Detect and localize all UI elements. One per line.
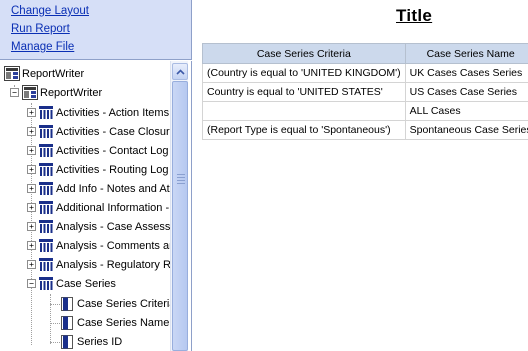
tree-table-label: Analysis - Comments and xyxy=(56,239,182,252)
expand-icon[interactable]: + xyxy=(27,127,36,136)
column-header: Case Series Criteria xyxy=(202,43,406,64)
table-row: (Country is equal to 'UNITED KINGDOM') U… xyxy=(202,63,528,83)
column-header: Case Series Name xyxy=(404,43,528,64)
tree-connector xyxy=(50,342,60,343)
tree-column-label: Case Series Criteria xyxy=(77,297,176,310)
table-cell: US Cases Case Series xyxy=(404,82,528,102)
table-cell: Country is equal to 'UNITED STATES' xyxy=(202,82,406,102)
tree-connector xyxy=(50,294,51,344)
column-field-icon xyxy=(61,315,73,330)
table-icon xyxy=(39,163,53,176)
tree-table-label: Case Series xyxy=(56,277,116,290)
change-layout-link[interactable]: Change Layout xyxy=(11,5,89,17)
expand-icon[interactable]: + xyxy=(27,241,36,250)
scroll-up-button[interactable] xyxy=(172,63,188,80)
tree-connector xyxy=(50,304,60,305)
tree-table-node[interactable]: + Analysis - Comments and xyxy=(27,236,181,255)
table-row: (Report Type is equal to 'Spontaneous') … xyxy=(202,120,528,140)
manage-file-link[interactable]: Manage File xyxy=(11,41,74,53)
table-row: ALL Cases xyxy=(202,101,528,121)
tree-table-node[interactable]: + Analysis - Case Assessm xyxy=(27,217,179,236)
expand-icon[interactable]: + xyxy=(27,203,36,212)
expand-icon[interactable]: + xyxy=(27,146,36,155)
scroll-thumb[interactable] xyxy=(172,81,188,351)
tree-column-label: Series ID xyxy=(77,335,123,348)
expand-icon[interactable]: + xyxy=(27,222,36,231)
tree-table-label: Add Info - Notes and At xyxy=(56,182,170,195)
tree-table-node[interactable]: + Add Info - Notes and At xyxy=(27,179,170,198)
column-field-icon xyxy=(61,334,73,349)
tree-node-reportwriter[interactable]: − ReportWriter xyxy=(10,83,102,102)
tree-node-label: ReportWriter xyxy=(40,86,103,99)
tree-table-label: Activities - Case Closure xyxy=(56,125,176,138)
table-icon xyxy=(39,258,53,271)
tree-root-node[interactable]: ReportWriter xyxy=(4,64,84,83)
tree-table-node[interactable]: + Additional Information - xyxy=(27,198,169,217)
table-cell: UK Cases Cases Series xyxy=(404,63,528,83)
table-icon xyxy=(39,144,53,157)
tree-table-node-case-series[interactable]: − Case Series xyxy=(27,274,116,293)
table-icon xyxy=(39,106,53,119)
expand-icon[interactable]: + xyxy=(27,260,36,269)
table-cell: ALL Cases xyxy=(404,101,528,121)
table-cell xyxy=(202,101,406,121)
table-icon xyxy=(39,220,53,233)
collapse-icon[interactable]: − xyxy=(27,279,36,288)
tree-column-node[interactable]: Series ID xyxy=(61,332,122,351)
tree-table-label: Analysis - Regulatory Re xyxy=(56,258,178,271)
column-field-icon xyxy=(61,296,73,311)
action-links-panel: Change Layout Run Report Manage File xyxy=(0,0,192,60)
tree-column-label: Case Series Name xyxy=(77,316,170,329)
grip-line xyxy=(177,180,185,181)
table-icon xyxy=(39,239,53,252)
tree-table-label: Activities - Contact Log xyxy=(56,144,169,157)
table-header-row: Case Series Criteria Case Series Name xyxy=(202,43,528,64)
tree-table-node[interactable]: + Activities - Action Items xyxy=(27,103,169,122)
tree-column-node[interactable]: Case Series Criteria xyxy=(61,294,175,313)
report-title: Title xyxy=(396,6,433,25)
grip-line xyxy=(177,183,185,184)
tree-connector xyxy=(50,323,60,324)
tree-column-node[interactable]: Case Series Name xyxy=(61,313,169,332)
table-icon xyxy=(39,125,53,138)
collapse-icon[interactable]: − xyxy=(10,88,19,97)
expand-icon[interactable]: + xyxy=(27,184,36,193)
table-cell: (Report Type is equal to 'Spontaneous') xyxy=(202,120,406,140)
chevron-up-icon xyxy=(175,68,185,75)
table-row: Country is equal to 'UNITED STATES' US C… xyxy=(202,82,528,102)
tree-table-node[interactable]: + Activities - Contact Log xyxy=(27,141,169,160)
grip-line xyxy=(177,174,185,175)
expand-icon[interactable]: + xyxy=(27,165,36,174)
left-panel: Change Layout Run Report Manage File Rep… xyxy=(0,0,192,351)
tree-table-label: Activities - Routing Log xyxy=(56,163,169,176)
tree-table-node[interactable]: + Activities - Case Closure xyxy=(27,122,176,141)
table-icon xyxy=(39,277,53,290)
tree-table-node[interactable]: + Analysis - Regulatory Re xyxy=(27,255,177,274)
tree-scrollbar[interactable] xyxy=(170,61,188,351)
report-table: Case Series Criteria Case Series Name (C… xyxy=(202,43,528,140)
grip-line xyxy=(177,177,185,178)
table-icon xyxy=(39,182,53,195)
tree-root-label: ReportWriter xyxy=(22,67,85,80)
table-cell: Spontaneous Case Series xyxy=(404,120,528,140)
report-writer-icon xyxy=(22,85,38,100)
tree-table-label: Additional Information - xyxy=(56,201,170,214)
report-writer-icon xyxy=(4,66,20,81)
tree-table-label: Activities - Action Items xyxy=(56,106,170,119)
table-icon xyxy=(39,201,53,214)
table-cell: (Country is equal to 'UNITED KINGDOM') xyxy=(202,63,406,83)
expand-icon[interactable]: + xyxy=(27,108,36,117)
field-tree: ReportWriter − ReportWriter + Activities… xyxy=(0,61,181,351)
field-tree-panel: ReportWriter − ReportWriter + Activities… xyxy=(0,61,192,351)
tree-table-node[interactable]: + Activities - Routing Log xyxy=(27,160,169,179)
run-report-link[interactable]: Run Report xyxy=(11,23,70,35)
tree-table-label: Analysis - Case Assessm xyxy=(56,220,180,233)
